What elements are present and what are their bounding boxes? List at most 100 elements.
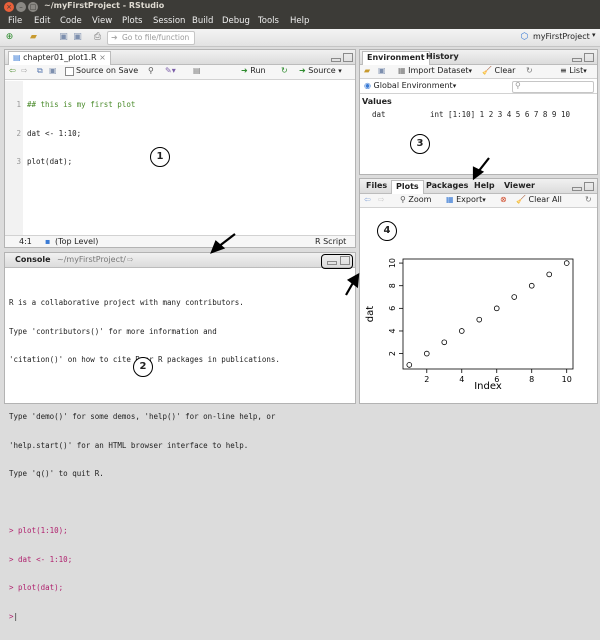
compile-report-icon[interactable]: ▤ [193,65,201,76]
export-button[interactable]: ▦ Export▾ [446,194,486,206]
console-prompt[interactable]: >| [9,612,349,622]
save-icon[interactable]: ▣ [58,32,69,42]
goto-file-input[interactable]: ➜ Go to file/function [107,31,195,45]
menu-view[interactable]: View [92,16,112,26]
broom-icon: 🧹 [482,66,492,75]
data-point [563,260,570,266]
tab-viewer[interactable]: Viewer [500,180,539,192]
maximize-pane-icon[interactable] [343,53,353,62]
console-title[interactable]: Console [11,254,55,266]
minimize-pane-icon[interactable] [331,58,341,62]
project-dropdown-icon[interactable]: ▾ [592,31,596,39]
search-icon[interactable]: ⚲ [148,65,154,76]
environment-pane: Environment History ▰ ▣ ▦ Import Dataset… [359,49,598,175]
menu-edit[interactable]: Edit [34,16,50,26]
clear-workspace-button[interactable]: 🧹 Clear [482,65,515,76]
console-path: ~/myFirstProject/ [57,255,126,264]
main-toolbar: ⊕ ▰ ▣ ▣ ⎙ ➜ Go to file/function ⬡ myFirs… [0,29,600,47]
env-search-input[interactable]: ⚲ [512,81,594,93]
console-goto-dir-icon[interactable]: ⇨ [123,254,138,266]
print-icon[interactable]: ⎙ [92,32,103,42]
load-workspace-icon[interactable]: ▰ [364,65,370,76]
tab-packages[interactable]: Packages [422,180,472,192]
console-command: > plot(dat); [9,583,64,592]
console-command: > plot(1:10); [9,526,68,535]
back-arrow-icon[interactable]: ⇦ [9,65,16,76]
new-file-icon[interactable]: ⊕ [4,32,15,42]
tab-help[interactable]: Help [470,180,499,192]
project-icon: ⬡ [520,32,529,42]
y-axis-label: dat [365,306,376,322]
minimize-plots-icon[interactable] [572,187,582,191]
source-on-save-checkbox[interactable] [65,67,74,76]
scope-icon: ▪ [45,237,51,246]
remove-plot-icon[interactable]: ⊗ [500,194,507,205]
refresh-plot-icon[interactable]: ↻ [585,194,592,205]
menu-debug[interactable]: Debug [222,16,250,26]
menu-help[interactable]: Help [290,16,309,26]
previous-plot-icon[interactable]: ⇦ [364,194,371,205]
menu-session[interactable]: Session [153,16,185,26]
next-plot-icon[interactable]: ⇨ [378,194,385,205]
minimize-window-icon[interactable]: – [16,2,26,12]
save-all-icon[interactable]: ▣ [72,32,83,42]
save-file-icon[interactable]: ▣ [49,65,57,76]
tab-files[interactable]: Files [362,180,391,192]
maximize-plots-icon[interactable] [584,182,594,191]
menu-code[interactable]: Code [60,16,82,26]
save-workspace-icon[interactable]: ▣ [378,65,386,76]
run-button[interactable]: ➜ Run [241,65,266,76]
tab-history[interactable]: History [422,51,463,63]
list-view-selector[interactable]: ≡ List▾ [560,65,587,77]
x-tick-label: 4 [459,375,464,384]
clear-all-button[interactable]: 🧹 Clear All [516,194,562,205]
menu-plots[interactable]: Plots [122,16,142,26]
source-pane: ▤ chapter01_plot1.R × ⇦ ⇨ ⧉ ▣ Source on … [4,49,356,248]
refresh-icon[interactable]: ↻ [526,65,533,76]
menu-build[interactable]: Build [192,16,213,26]
zoom-button[interactable]: ⚲ Zoom [400,194,431,205]
rerun-icon[interactable]: ↻ [281,65,288,76]
maximize-env-icon[interactable] [584,53,594,62]
minimize-env-icon[interactable] [572,58,582,62]
source-dropdown-icon: ▾ [338,67,342,75]
global-env-selector[interactable]: ◉ Global Environment▾ [364,80,456,92]
code-editor[interactable]: ## this is my first plot dat <- 1:10; pl… [27,81,347,186]
code-tools-icon[interactable]: ✎▾ [165,65,176,76]
source-on-save-label: Source on Save [76,66,139,75]
maximize-window-icon[interactable]: □ [28,2,38,12]
close-window-icon[interactable]: × [4,2,14,12]
line-number: 3 [16,157,21,166]
scope-selector[interactable]: (Top Level) [55,236,98,247]
source-button[interactable]: ➜ Source ▾ [299,65,342,77]
y-tick-label: 6 [388,306,397,311]
close-tab-icon[interactable]: × [99,53,106,62]
marker-1: 1 [150,147,170,167]
menu-file[interactable]: File [8,16,22,26]
clear-label: Clear [494,66,516,75]
list-label: List [569,66,584,75]
menu-tools[interactable]: Tools [258,16,279,26]
show-in-window-icon[interactable]: ⧉ [37,65,43,76]
cursor-position: 4:1 [19,237,32,246]
list-icon: ≡ [560,66,567,75]
data-point [476,316,483,323]
environment-scope-bar: ◉ Global Environment▾ ⚲ [360,80,597,94]
tab-source-file[interactable]: ▤ chapter01_plot1.R × [8,51,111,65]
source-tabbar: ▤ chapter01_plot1.R × [5,50,355,65]
import-dataset-button[interactable]: ▦ Import Dataset▾ [398,65,472,77]
r-file-icon: ▤ [13,53,21,62]
project-name[interactable]: myFirstProject [533,32,590,41]
source-tab-label: chapter01_plot1.R [23,53,97,62]
file-type-selector[interactable]: R Script [315,236,346,247]
r-logo-icon: ◉ [364,81,371,90]
tab-plots[interactable]: Plots [391,180,424,194]
console-line: Type 'q()' to quit R. [9,469,104,478]
tab-environment[interactable]: Environment [362,51,430,65]
forward-arrow-icon[interactable]: ⇨ [21,65,28,76]
x-axis-label: Index [474,381,502,392]
env-var-name[interactable]: dat [372,110,386,120]
open-project-icon[interactable]: ▰ [28,32,39,42]
